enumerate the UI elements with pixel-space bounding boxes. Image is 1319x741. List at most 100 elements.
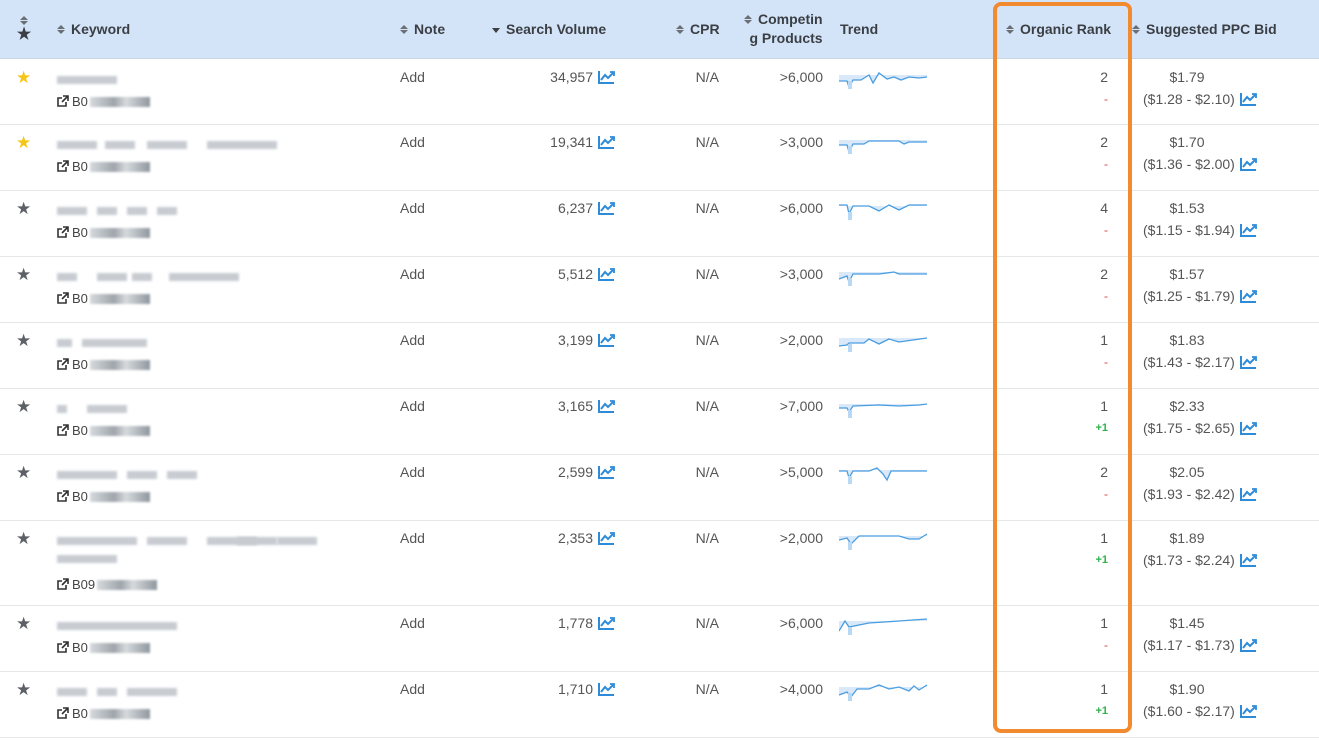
asin-link[interactable]: B09 (56, 577, 158, 592)
external-link-icon (57, 292, 69, 304)
cpr-header[interactable]: CPR (676, 0, 720, 58)
add-note-link[interactable]: Add (400, 131, 425, 153)
favorite-star-icon[interactable]: ★ (16, 398, 31, 415)
favorite-star-icon[interactable]: ★ (16, 266, 31, 283)
competing-products-value: >6,000 (779, 615, 823, 631)
favorite-star-icon[interactable]: ★ (16, 200, 31, 217)
asin-link[interactable]: B0 (56, 357, 150, 372)
table-row: ★ B0 Add 6,237 N/A >6,000 4 - $1.53 ($1.15 - $1… (0, 190, 1319, 257)
asin-prefix: B0 (72, 357, 88, 372)
search-volume-cell: 2,599 (490, 461, 615, 483)
line-chart-icon[interactable] (1239, 553, 1257, 567)
line-chart-icon[interactable] (1239, 638, 1257, 652)
favorite-star-icon[interactable]: ★ (16, 332, 31, 349)
rank-change-value: +1 (1095, 422, 1108, 434)
asin-link[interactable]: B0 (56, 640, 150, 655)
trend-sparkline (839, 72, 928, 89)
asin-link[interactable]: B0 (56, 706, 150, 721)
trend-sparkline (839, 271, 927, 286)
add-note-link[interactable]: Add (400, 263, 425, 285)
table-row: ★ B0 Add 19,341 N/A >3,000 2 - $1.70 ($1.36 - $… (0, 124, 1319, 191)
trend-sparkline (839, 403, 928, 418)
table-row: ★ B09 Add 2,353 N/A >2,000 1 +1 $1.89 ($1.73 - … (0, 520, 1319, 606)
organic-rank-value: 1 (1100, 398, 1108, 414)
ppc-bid-value: $1.53 (1169, 200, 1205, 216)
add-note-link[interactable]: Add (400, 527, 425, 549)
ppc-bid-range: ($1.28 - $2.10) (1143, 91, 1235, 107)
competing-products-value: >6,000 (779, 200, 823, 216)
line-chart-icon[interactable] (598, 465, 615, 479)
ppc-bid-value: $2.05 (1169, 464, 1205, 480)
line-chart-icon[interactable] (1239, 421, 1257, 435)
ppc-bid-value: $2.33 (1169, 398, 1205, 414)
trend-sparkline (839, 533, 928, 550)
competing-products-value: >6,000 (779, 69, 823, 85)
note-header[interactable]: Note (400, 0, 445, 58)
ppc-bid-range-cell: ($1.28 - $2.10) (1143, 88, 1257, 110)
asin-link[interactable]: B0 (56, 489, 150, 504)
add-note-link[interactable]: Add (400, 329, 425, 351)
search-volume-value: 6,237 (557, 200, 593, 216)
add-note-link[interactable]: Add (400, 395, 425, 417)
ppc-bid-range: ($1.60 - $2.17) (1143, 703, 1235, 719)
rank-change-value: - (1104, 355, 1108, 369)
line-chart-icon[interactable] (1239, 704, 1257, 718)
line-chart-icon[interactable] (598, 531, 615, 545)
line-chart-icon[interactable] (1239, 223, 1257, 237)
cpr-value: N/A (695, 530, 719, 546)
add-note-link[interactable]: Add (400, 612, 425, 634)
asin-link[interactable]: B0 (56, 225, 150, 240)
ppc-bid-header[interactable]: Suggested PPC Bid (1132, 0, 1277, 58)
rank-change-value: +1 (1095, 554, 1108, 566)
line-chart-icon[interactable] (598, 201, 615, 215)
line-chart-icon[interactable] (1239, 487, 1257, 501)
keyword-header[interactable]: Keyword (57, 0, 130, 58)
asin-link[interactable]: B0 (56, 159, 150, 174)
asin-link[interactable]: B0 (56, 291, 150, 306)
line-chart-icon[interactable] (598, 135, 615, 149)
favorite-star-icon[interactable]: ★ (16, 69, 31, 86)
competing-products-header[interactable]: Competin g Products (744, 0, 823, 58)
line-chart-icon[interactable] (598, 682, 615, 696)
favorite-star-icon[interactable]: ★ (16, 464, 31, 481)
add-note-link[interactable]: Add (400, 197, 425, 219)
organic-rank-header[interactable]: Organic Rank (1006, 0, 1111, 58)
trend-sparkline (839, 337, 928, 352)
organic-rank-value: 1 (1100, 332, 1108, 348)
asin-prefix: B0 (72, 94, 88, 109)
asin-link[interactable]: B0 (56, 423, 150, 438)
organic-rank-value: 2 (1100, 464, 1108, 480)
asin-link[interactable]: B0 (56, 94, 150, 109)
search-volume-value: 19,341 (550, 134, 593, 150)
sort-icon (57, 24, 65, 34)
favorite-star-icon[interactable]: ★ (16, 681, 31, 698)
sort-icon (744, 15, 752, 24)
line-chart-icon[interactable] (1239, 92, 1257, 106)
favorite-star-icon[interactable]: ★ (16, 530, 31, 547)
favorite-star-icon[interactable]: ★ (16, 134, 31, 151)
line-chart-icon[interactable] (1239, 157, 1257, 171)
add-note-link[interactable]: Add (400, 461, 425, 483)
search-volume-header[interactable]: Search Volume (492, 0, 606, 58)
ppc-bid-range: ($1.36 - $2.00) (1143, 156, 1235, 172)
ppc-bid-range-cell: ($1.15 - $1.94) (1143, 219, 1257, 241)
ppc-bid-range-cell: ($1.75 - $2.65) (1143, 417, 1257, 439)
line-chart-icon[interactable] (1239, 289, 1257, 303)
line-chart-icon[interactable] (598, 616, 615, 630)
line-chart-icon[interactable] (598, 333, 615, 347)
line-chart-icon[interactable] (598, 70, 615, 84)
asin-prefix: B09 (72, 577, 96, 592)
competing-products-value: >7,000 (779, 398, 823, 414)
favorite-sort-header[interactable]: ★ (16, 0, 32, 58)
add-note-link[interactable]: Add (400, 66, 425, 88)
add-note-link[interactable]: Add (400, 678, 425, 700)
rank-change-value: - (1104, 289, 1108, 303)
external-link-icon (57, 707, 69, 719)
line-chart-icon[interactable] (598, 267, 615, 281)
line-chart-icon[interactable] (598, 399, 615, 413)
line-chart-icon[interactable] (1239, 355, 1257, 369)
cpr-value: N/A (695, 464, 719, 480)
organic-rank-value: 2 (1100, 134, 1108, 150)
favorite-star-icon[interactable]: ★ (16, 615, 31, 632)
organic-rank-value: 2 (1100, 69, 1108, 85)
